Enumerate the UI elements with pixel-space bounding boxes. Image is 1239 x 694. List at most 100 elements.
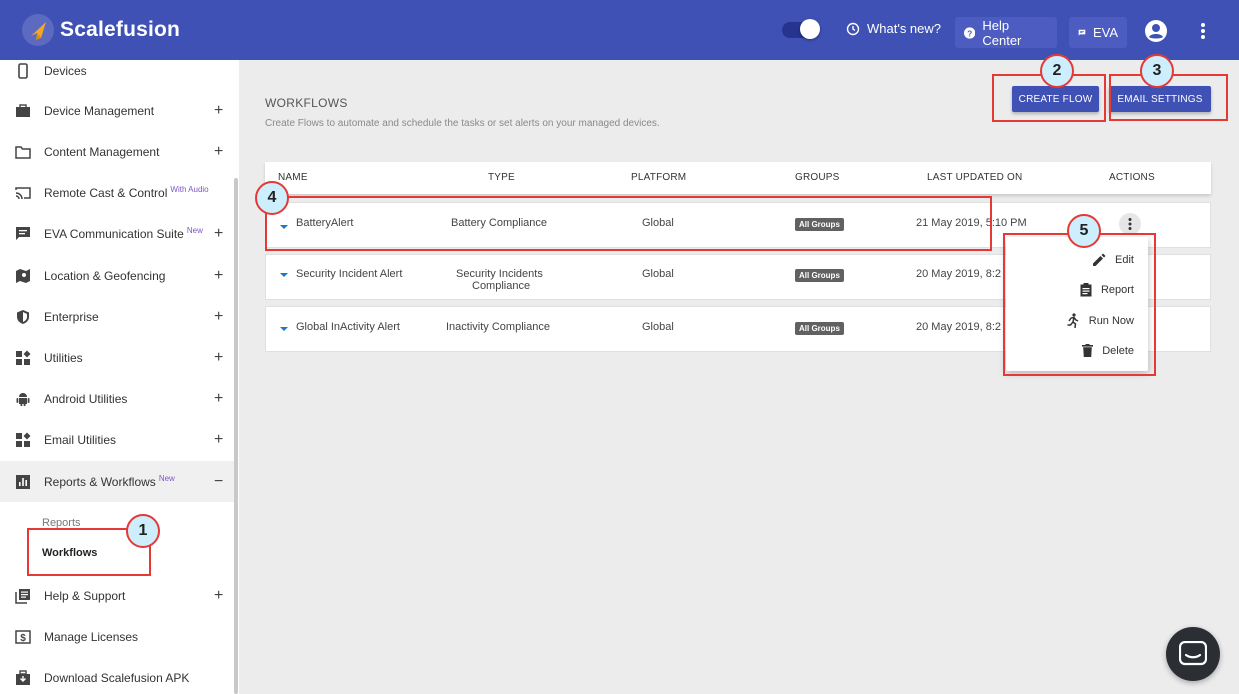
sidebar-label: Android Utilities: [44, 391, 128, 406]
download-icon: [16, 669, 30, 685]
sidebar-item-email-utilities[interactable]: Email Utilities +: [0, 419, 234, 460]
column-header-type[interactable]: TYPE: [488, 172, 515, 183]
sidebar-label: Device Management: [44, 103, 155, 118]
column-header-platform[interactable]: PLATFORM: [631, 172, 686, 183]
groups-badge: All Groups: [795, 269, 844, 282]
widgets-icon: [16, 432, 31, 447]
sidebar-label: Location & Geofencing: [44, 268, 166, 283]
whats-new-link[interactable]: What's new?: [846, 21, 941, 36]
logo-mark-icon: [22, 14, 54, 46]
dollar-icon: $: [15, 629, 31, 644]
new-tag: New: [158, 474, 175, 483]
folder-icon: [15, 145, 31, 159]
expand-icon[interactable]: +: [214, 587, 223, 604]
sidebar-label: Reports & Workflows New: [44, 474, 175, 489]
top-bar: Scalefusion What's new? ? Help Center EV…: [0, 0, 1239, 60]
account-icon[interactable]: [1144, 19, 1168, 48]
widgets-icon: [16, 350, 31, 365]
sidebar-label: Email Utilities: [44, 432, 117, 447]
help-icon: ?: [964, 26, 976, 39]
expand-icon[interactable]: +: [214, 308, 223, 325]
svg-text:?: ?: [967, 28, 972, 38]
bar-chart-icon: [16, 474, 30, 489]
sidebar-label: Manage Licenses: [44, 629, 139, 644]
flow-platform: Global: [642, 268, 674, 280]
sidebar-item-enterprise[interactable]: Enterprise +: [0, 296, 234, 337]
chat-icon: [16, 226, 30, 240]
sidebar-item-utilities[interactable]: Utilities +: [0, 337, 234, 378]
scalefusion-logo[interactable]: Scalefusion: [22, 14, 180, 46]
flow-type: Inactivity Compliance: [446, 321, 550, 333]
column-header-name[interactable]: NAME: [278, 172, 308, 183]
more-vert-icon[interactable]: [1200, 22, 1206, 45]
sidebar-item-download-apk[interactable]: Download Scalefusion APK: [0, 657, 234, 694]
annotation-marker-3: 3: [1140, 54, 1174, 88]
annotation-box-actions-menu: [1003, 233, 1156, 376]
whats-new-label: What's new?: [867, 21, 942, 36]
eva-button[interactable]: EVA: [1069, 17, 1127, 48]
sidebar-label: Enterprise: [44, 309, 99, 324]
expand-icon[interactable]: +: [214, 431, 223, 448]
sidebar-item-devices[interactable]: Devices: [0, 60, 234, 91]
help-center-label: Help Center: [982, 17, 1022, 48]
phone-icon: [18, 62, 28, 79]
flow-name: Global InActivity Alert: [296, 321, 400, 333]
collapse-icon[interactable]: −: [214, 473, 223, 490]
sidebar-item-android-utilities[interactable]: Android Utilities +: [0, 378, 234, 419]
message-icon: [1078, 29, 1086, 36]
sidebar-label: Utilities: [44, 350, 83, 365]
page-subtitle: Create Flows to automate and schedule th…: [265, 118, 660, 129]
shield-icon: [17, 309, 29, 324]
android-icon: [16, 392, 30, 406]
sidebar-label: Remote Cast & Control With Audio: [44, 185, 209, 200]
clock-icon: [846, 22, 860, 35]
flow-type-line2: Compliance: [472, 280, 531, 292]
annotation-marker-2: 2: [1040, 54, 1074, 88]
sidebar-item-device-management[interactable]: Device Management +: [0, 90, 234, 131]
expand-icon[interactable]: +: [214, 143, 223, 160]
table-header: NAME TYPE PLATFORM GROUPS LAST UPDATED O…: [265, 162, 1211, 194]
sidebar-label: Devices: [44, 63, 87, 78]
eva-label: EVA: [1092, 25, 1118, 40]
flow-type: Security Incidents: [456, 268, 543, 280]
annotation-box-row: [265, 196, 992, 251]
sidebar-item-remote-cast[interactable]: Remote Cast & Control With Audio: [0, 172, 234, 213]
expand-icon[interactable]: +: [214, 102, 223, 119]
sidebar-item-help-support[interactable]: Help & Support +: [0, 575, 234, 616]
new-tag: New: [186, 226, 203, 235]
map-icon: [16, 268, 30, 283]
sidebar-item-content-management[interactable]: Content Management +: [0, 131, 234, 172]
sidebar-item-eva-suite[interactable]: EVA Communication Suite New +: [0, 213, 234, 254]
flow-platform: Global: [642, 321, 674, 333]
column-header-last-updated[interactable]: LAST UPDATED ON: [927, 172, 1022, 183]
expand-icon[interactable]: +: [214, 349, 223, 366]
annotation-marker-4: 4: [255, 181, 289, 215]
column-header-actions: ACTIONS: [1109, 172, 1155, 183]
app-name: Scalefusion: [60, 18, 181, 41]
expand-caret-icon[interactable]: [280, 327, 288, 331]
expand-icon[interactable]: +: [214, 390, 223, 407]
expand-caret-icon[interactable]: [280, 273, 288, 277]
sidebar-scrollbar[interactable]: [234, 178, 238, 694]
sidebar-item-manage-licenses[interactable]: $ Manage Licenses: [0, 616, 234, 657]
library-icon: [15, 588, 30, 604]
more-vert-icon: [1128, 218, 1132, 230]
sidebar-item-reports-workflows[interactable]: Reports & Workflows New −: [0, 461, 234, 502]
cast-icon: [15, 186, 31, 199]
expand-icon[interactable]: +: [214, 267, 223, 284]
help-center-button[interactable]: ? Help Center: [955, 17, 1057, 48]
svg-text:$: $: [20, 633, 26, 644]
groups-badge: All Groups: [795, 322, 844, 335]
theme-toggle[interactable]: [782, 19, 820, 39]
sidebar-item-location[interactable]: Location & Geofencing +: [0, 255, 234, 296]
annotation-marker-1: 1: [126, 514, 160, 548]
expand-icon[interactable]: +: [214, 225, 223, 242]
chat-launcher-button[interactable]: [1166, 627, 1220, 681]
column-header-groups[interactable]: GROUPS: [795, 172, 840, 183]
sidebar-label: Content Management: [44, 144, 160, 159]
with-audio-tag: With Audio: [170, 185, 209, 194]
row-actions-button[interactable]: [1119, 213, 1141, 235]
briefcase-icon: [16, 103, 30, 117]
sidebar-label: Help & Support: [44, 588, 126, 603]
flow-name: Security Incident Alert: [296, 268, 403, 280]
